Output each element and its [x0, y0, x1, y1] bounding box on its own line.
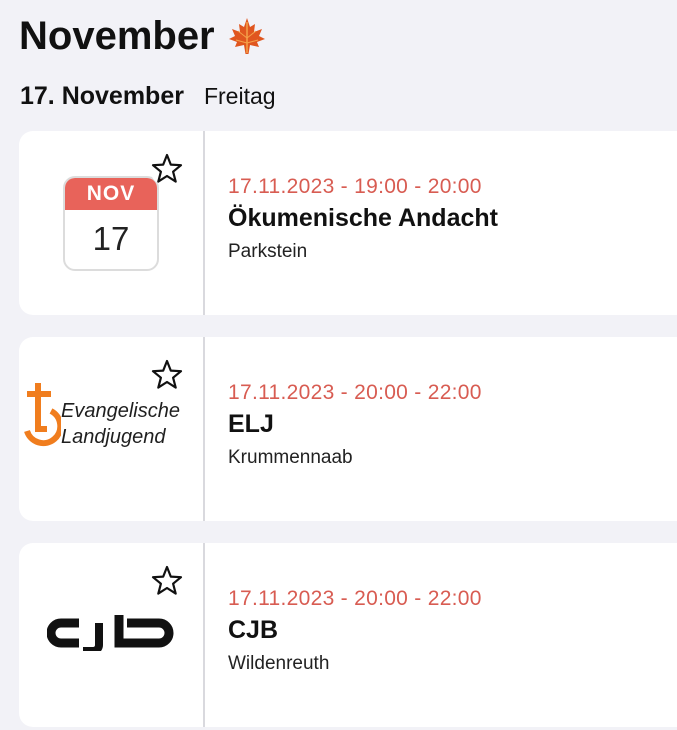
calendar-icon: NOV 17 — [63, 176, 159, 271]
month-heading: November — [19, 8, 267, 64]
elj-logo-line1: Evangelische — [61, 400, 180, 422]
card-divider — [203, 543, 205, 727]
event-info: 17.11.2023 - 20:00 - 22:00 ELJ Krummenna… — [228, 379, 482, 473]
event-location: Wildenreuth — [228, 653, 330, 674]
event-info: 17.11.2023 - 19:00 - 20:00 Ökumenische A… — [228, 173, 498, 267]
calendar-day: 17 — [92, 220, 130, 257]
event-title: CJB — [228, 616, 279, 644]
event-card-cjb[interactable]: 17.11.2023 - 20:00 - 22:00 CJB Wildenreu… — [19, 543, 677, 727]
event-card-oekumenische-andacht[interactable]: NOV 17 17.11.2023 - 19:00 - 20:00 Ökumen… — [19, 131, 677, 315]
event-list-page: November 17. November Freitag NOV 17 17.… — [0, 0, 677, 730]
cjb-logo — [47, 615, 174, 651]
event-time: 17.11.2023 - 20:00 - 22:00 — [228, 587, 482, 610]
elj-cross-icon — [24, 383, 61, 447]
day-header: 17. November Freitag — [20, 82, 276, 114]
calendar-month: NOV — [65, 178, 157, 210]
event-location: Parkstein — [228, 241, 308, 262]
event-title: ELJ — [228, 410, 274, 438]
star-outline-icon[interactable] — [149, 151, 185, 187]
event-title: Ökumenische Andacht — [228, 204, 498, 232]
star-outline-icon[interactable] — [149, 563, 185, 599]
day-weekday: Freitag — [203, 83, 276, 109]
event-location: Krummennaab — [228, 447, 353, 468]
elj-logo-line2: Landjugend — [61, 426, 166, 448]
month-title: November — [19, 14, 215, 58]
event-info: 17.11.2023 - 20:00 - 22:00 CJB Wildenreu… — [228, 585, 482, 679]
card-divider — [203, 337, 205, 521]
maple-leaf-icon — [228, 18, 265, 54]
star-outline-icon[interactable] — [149, 357, 185, 393]
event-time: 17.11.2023 - 19:00 - 20:00 — [228, 175, 482, 198]
day-date: 17. November — [20, 82, 184, 110]
card-divider — [203, 131, 205, 315]
event-time: 17.11.2023 - 20:00 - 22:00 — [228, 381, 482, 404]
event-card-elj[interactable]: Evangelische Landjugend 17.11.2023 - 20:… — [19, 337, 677, 521]
